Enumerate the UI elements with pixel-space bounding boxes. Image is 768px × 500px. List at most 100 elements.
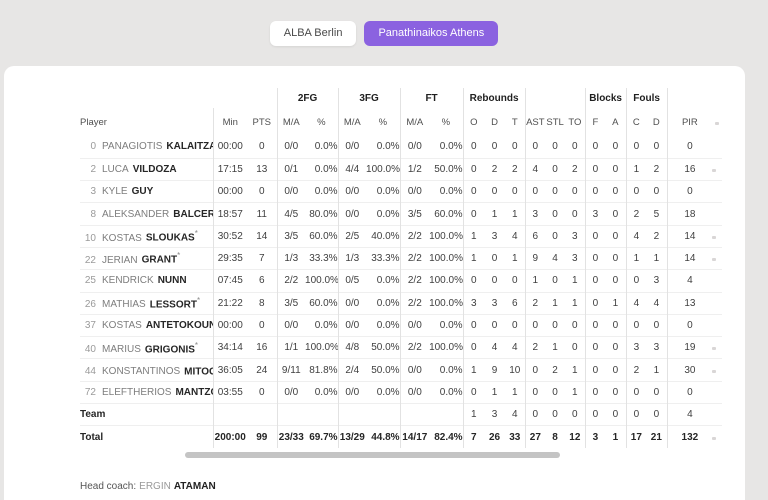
tab-alba-berlin[interactable]: ALBA Berlin <box>270 21 357 46</box>
stat-cell: 0.0% <box>366 203 400 225</box>
stat-cell: 14/17 <box>400 426 429 448</box>
stat-cell: 2 <box>525 337 545 359</box>
stat-cell: 33.3% <box>366 247 400 269</box>
starter-asterisk: * <box>195 341 198 350</box>
player-last-name: VILDOZA <box>133 164 177 175</box>
stat-cell: 30:52 <box>213 225 247 247</box>
stat-cell: 0.0% <box>366 270 400 292</box>
column-header-3fg-pct: % <box>366 108 400 136</box>
scroll-cut-hint <box>712 404 722 426</box>
stat-cell: 4 <box>667 270 712 292</box>
starter-asterisk: * <box>177 251 180 260</box>
stat-cell: 0.0% <box>366 136 400 158</box>
player-name-cell: Total <box>80 426 213 448</box>
boxscore-card: 2FG 3FG FT Rebounds Blocks Fouls Player … <box>4 66 745 500</box>
stat-cell: 4 <box>505 225 525 247</box>
stat-cell: 0 <box>605 225 626 247</box>
stat-cell: 0 <box>605 337 626 359</box>
stat-cell: 0 <box>646 136 667 158</box>
stat-cell: 2/2 <box>277 270 305 292</box>
stat-cell: 0 <box>585 359 605 381</box>
player-last-name: LESSORT <box>150 299 197 310</box>
stat-cell <box>400 404 429 426</box>
stat-cell: 1 <box>626 247 646 269</box>
stat-cell: 0 <box>463 181 484 203</box>
scroll-cut-hint <box>712 225 722 247</box>
column-header-reb-o: O <box>463 108 484 136</box>
stat-cell: 0/0 <box>277 181 305 203</box>
column-header-player: Player <box>80 108 213 136</box>
stat-cell: 0/0 <box>277 381 305 403</box>
stat-cell: 8 <box>545 426 565 448</box>
stat-cell: 1 <box>565 381 585 403</box>
stat-cell: 33.3% <box>305 247 338 269</box>
stat-cell: 1 <box>463 404 484 426</box>
stat-cell: 0 <box>505 136 525 158</box>
stat-cell: 4 <box>626 292 646 314</box>
group-header-blocks: Blocks <box>585 88 626 108</box>
stat-cell: 0 <box>463 158 484 180</box>
stat-cell: 0 <box>484 314 505 336</box>
stat-cell: 0 <box>525 181 545 203</box>
stat-cell: 2 <box>525 292 545 314</box>
stat-cell: 2 <box>626 203 646 225</box>
stat-cell: 0 <box>667 181 712 203</box>
stat-cell: 6 <box>525 225 545 247</box>
stat-cell: 0 <box>463 381 484 403</box>
player-last-name: ANTETOKOUNMPO <box>146 320 213 331</box>
stat-cell: 3 <box>585 203 605 225</box>
stat-cell: 0 <box>545 203 565 225</box>
stat-cell: 0/0 <box>400 359 429 381</box>
scroll-cut-hint <box>712 426 722 448</box>
stat-cell: 16 <box>247 337 277 359</box>
stat-cell: 13/29 <box>338 426 366 448</box>
player-name-cell: 40MARIUSGRIGONIS* <box>80 337 213 359</box>
stat-cell: 0 <box>484 247 505 269</box>
scroll-cut-hint <box>712 270 722 292</box>
jersey-number: 22 <box>80 255 96 266</box>
starter-asterisk: * <box>195 229 198 238</box>
stat-cell: 0 <box>545 381 565 403</box>
table-row: 25KENDRICKNUNN07:4562/2100.0%0/50.0%2/21… <box>80 270 722 292</box>
stat-cell: 18 <box>667 203 712 225</box>
stat-cell: 14 <box>667 247 712 269</box>
group-header-3fg: 3FG <box>338 88 400 108</box>
stat-cell: 1/1 <box>277 337 305 359</box>
column-header-to: TO <box>565 108 585 136</box>
stat-cell: 2/5 <box>338 225 366 247</box>
stat-cell: 4/5 <box>277 203 305 225</box>
stat-cell: 0/5 <box>338 270 366 292</box>
horizontal-scrollbar-thumb[interactable] <box>185 452 560 458</box>
stat-cell: 6 <box>247 270 277 292</box>
stat-cell: 00:00 <box>213 181 247 203</box>
stat-cell: 19 <box>667 337 712 359</box>
stat-cell: 9 <box>525 247 545 269</box>
stat-cell: 1/2 <box>400 158 429 180</box>
stat-cell: 21:22 <box>213 292 247 314</box>
stat-cell: 0.0% <box>366 314 400 336</box>
stat-cell: 4 <box>545 247 565 269</box>
cut-column-mark <box>712 347 716 350</box>
stat-cell: 3 <box>484 225 505 247</box>
stat-cell: 0 <box>605 381 626 403</box>
stat-cell: 0 <box>585 181 605 203</box>
stat-cell: 3 <box>484 404 505 426</box>
stat-cell: 3/5 <box>277 225 305 247</box>
stat-cell: 0 <box>585 270 605 292</box>
stat-cell: 0 <box>626 404 646 426</box>
tab-panathinaikos-athens[interactable]: Panathinaikos Athens <box>364 21 498 46</box>
stat-cell: 0 <box>463 136 484 158</box>
table-row: 40MARIUSGRIGONIS*34:14161/1100.0%4/850.0… <box>80 337 722 359</box>
stat-cell: 13 <box>667 292 712 314</box>
stat-cell: 1 <box>463 247 484 269</box>
table-row: 72ELEFTHERIOSMANTZOUKAS03:5500/00.0%0/00… <box>80 381 722 403</box>
stat-cell: 0.0% <box>366 181 400 203</box>
stat-cell: 3 <box>565 247 585 269</box>
stat-cell: 14 <box>667 225 712 247</box>
stat-cell: 0 <box>545 225 565 247</box>
stat-cell: 0 <box>667 381 712 403</box>
stat-cell: 0.0% <box>429 314 463 336</box>
cut-column-mark <box>712 437 716 440</box>
jersey-number: 44 <box>80 366 96 377</box>
stat-cell: 30 <box>667 359 712 381</box>
